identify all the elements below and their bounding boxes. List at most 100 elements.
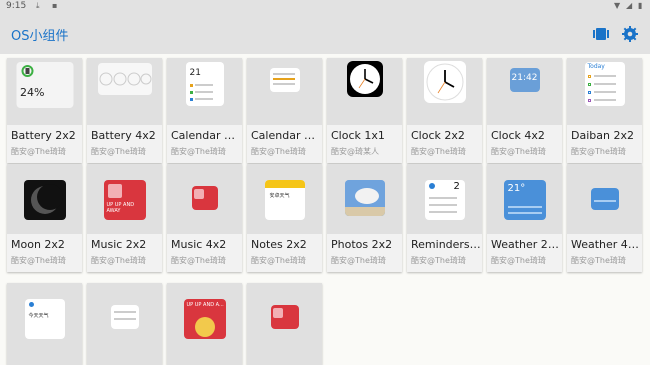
app-title: OS小组件 <box>11 29 69 44</box>
moon-icon <box>30 184 63 214</box>
battery-percent: 24% <box>20 86 45 99</box>
gear-icon <box>622 26 638 42</box>
card-author: 酷安@The琦琦 <box>331 256 386 265</box>
card-author: 酷安@The琦琦 <box>571 256 626 265</box>
card-author: 酷安@The琦琦 <box>11 256 66 265</box>
card-author: 酷安@The琦琦 <box>571 147 626 156</box>
card-author: 酷安@The琦琦 <box>491 256 546 265</box>
widget-preview <box>191 186 218 210</box>
widget-preview <box>110 305 139 329</box>
clock-time: 21:42 <box>511 73 538 83</box>
card-title: Weather 4x2 <box>571 238 641 251</box>
widget-preview <box>344 180 385 216</box>
widget-card-weather-4x2[interactable]: Weather 4x2 酷安@The琦琦 <box>567 164 642 272</box>
card-author: 酷安@The琦琦 <box>171 256 226 265</box>
widget-preview <box>269 68 300 92</box>
widget-preview: 今天天气 <box>24 299 65 339</box>
song-title: UP UP AND AWAY <box>106 202 135 214</box>
widget-preview: 21° <box>503 180 546 220</box>
card-author: 酷安@The琦琦 <box>411 147 466 156</box>
widget-preview: 21 <box>185 62 224 106</box>
card-title: Daiban 2x2 <box>571 129 634 142</box>
card-title: Photos 2x2 <box>331 238 393 251</box>
daiban-header: Today <box>587 63 605 70</box>
card-author: 酷安@The琦琦 <box>171 147 226 156</box>
card-author: 酷安@The琦琦 <box>91 147 146 156</box>
photo-icon <box>344 180 385 216</box>
widget-card-reminders-2x2[interactable]: 2 Reminders 2x2 酷安@The琦琦 <box>407 164 482 272</box>
card-title: Music 2x2 <box>91 238 147 251</box>
card-title: Calendar 2x2 <box>171 129 241 142</box>
widget-card-weather-2x2[interactable]: 21° Weather 2x2 酷安@The琦琦 <box>487 164 562 272</box>
widget-card-music-2x2[interactable]: UP UP AND AWAY Music 2x2 酷安@The琦琦 <box>87 164 162 272</box>
widget-card-row3-4[interactable] <box>247 283 322 365</box>
clock-icon <box>349 64 380 94</box>
card-author: 酷安@The琦琦 <box>251 147 306 156</box>
battery-circles-icon <box>99 72 151 86</box>
status-bar: 9:15 ⤓ ▪ ▼ ◢ ▮ <box>0 0 650 14</box>
calendar-day: 21 <box>189 68 201 78</box>
widget-card-calendar-4x2[interactable]: Calendar 4x2 酷安@The琦琦 <box>247 58 322 163</box>
widget-card-clock-4x2[interactable]: 21:42 Clock 4x2 酷安@The琦琦 <box>487 58 562 163</box>
card-author: 酷安@The琦琦 <box>91 256 146 265</box>
app-bar: OS小组件 <box>0 14 650 54</box>
card-title: Calendar 4x2 <box>251 129 321 142</box>
card-title: Clock 1x1 <box>331 129 385 142</box>
widget-card-photos-2x2[interactable]: Photos 2x2 酷安@The琦琦 <box>327 164 402 272</box>
weather-temp: 21° <box>507 183 526 194</box>
card-title: Notes 2x2 <box>251 238 307 251</box>
card-title: Music 4x2 <box>171 238 227 251</box>
widget-card-moon-2x2[interactable]: Moon 2x2 酷安@The琦琦 <box>7 164 82 272</box>
card-title: Clock 2x2 <box>411 129 465 142</box>
status-time: 9:15 <box>6 1 27 11</box>
view-toggle-button[interactable] <box>591 24 611 44</box>
signal-icon: ◢ <box>626 1 633 10</box>
card-title: Clock 4x2 <box>491 129 545 142</box>
widget-card-notes-2x2[interactable]: 安卓天气 Notes 2x2 酷安@The琦琦 <box>247 164 322 272</box>
widget-preview <box>346 61 383 97</box>
widget-grid: 24% Battery 2x2 酷安@The琦琦 Battery 4x2 酷安@… <box>0 54 650 365</box>
card-author: 酷安@The琦琦 <box>411 256 466 265</box>
card-title: Reminders 2x2 <box>411 238 481 251</box>
battery-icon: ▮ <box>638 1 643 10</box>
card-author: 酷安@The琦琦 <box>251 256 306 265</box>
widget-preview: UP UP AND A... <box>183 299 226 339</box>
widget-card-row3-3[interactable]: UP UP AND A... <box>167 283 242 365</box>
note-text: 安卓天气 <box>269 193 290 199</box>
card-title: Battery 4x2 <box>91 129 156 142</box>
widget-preview <box>423 61 466 103</box>
carousel-icon <box>593 28 609 40</box>
card-title: Weather 2x2 <box>491 238 561 251</box>
widget-preview <box>23 180 66 220</box>
card-title: Battery 2x2 <box>11 129 76 142</box>
song-title: UP UP AND A... <box>186 302 224 308</box>
widget-preview: 24% <box>16 62 73 108</box>
card-author: 酷安@琦某人 <box>331 147 379 156</box>
widget-preview <box>97 63 152 95</box>
sd-card-icon: ▪ <box>52 1 58 10</box>
reminder-count: 2 <box>453 181 460 192</box>
widget-card-clock-1x1[interactable]: Clock 1x1 酷安@琦某人 <box>327 58 402 163</box>
weather-text: 今天天气 <box>28 313 49 319</box>
battery-ring-icon <box>21 65 33 77</box>
widget-card-battery-4x2[interactable]: Battery 4x2 酷安@The琦琦 <box>87 58 162 163</box>
widget-card-calendar-2x2[interactable]: 21 Calendar 2x2 酷安@The琦琦 <box>167 58 242 163</box>
card-author: 酷安@The琦琦 <box>491 147 546 156</box>
widget-preview: 21:42 <box>509 68 540 92</box>
settings-button[interactable] <box>620 24 640 44</box>
wifi-icon: ▼ <box>614 1 621 10</box>
widget-preview <box>590 188 619 210</box>
widget-preview: UP UP AND AWAY <box>103 180 146 220</box>
widget-preview: Today <box>584 62 625 106</box>
widget-card-row3-2[interactable] <box>87 283 162 365</box>
widget-card-daiban-2x2[interactable]: Today Daiban 2x2 酷安@The琦琦 <box>567 58 642 163</box>
widget-card-music-4x2[interactable]: Music 4x2 酷安@The琦琦 <box>167 164 242 272</box>
widget-preview: 安卓天气 <box>264 180 305 220</box>
clock-icon <box>426 63 463 101</box>
widget-preview <box>270 305 299 329</box>
widget-card-battery-2x2[interactable]: 24% Battery 2x2 酷安@The琦琦 <box>7 58 82 163</box>
widget-card-clock-2x2[interactable]: Clock 2x2 酷安@The琦琦 <box>407 58 482 163</box>
widget-preview: 2 <box>424 180 465 220</box>
card-title: Moon 2x2 <box>11 238 65 251</box>
widget-card-row3-1[interactable]: 今天天气 <box>7 283 82 365</box>
